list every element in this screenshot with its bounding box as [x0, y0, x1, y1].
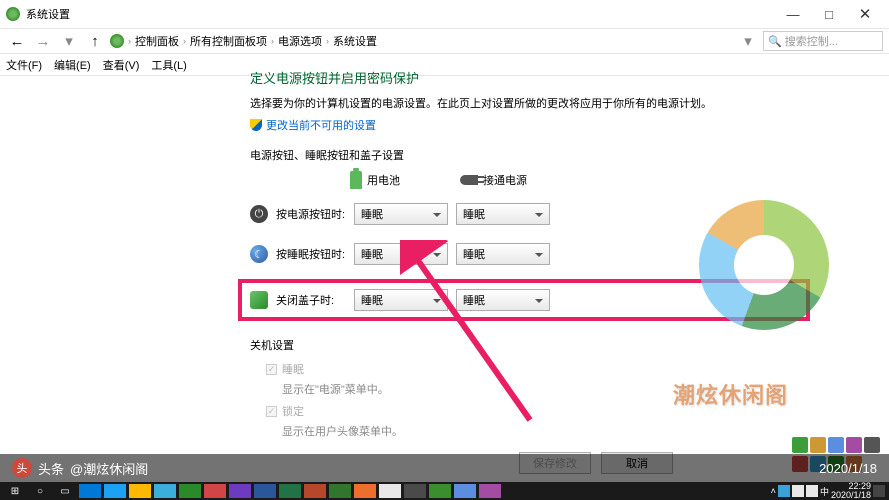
history-dropdown[interactable]: ▾ [58, 30, 80, 52]
tray-volume-icon[interactable] [806, 485, 818, 497]
close-button[interactable]: ✕ [847, 2, 883, 26]
taskbar-app[interactable] [279, 484, 301, 498]
taskbar-app[interactable] [479, 484, 501, 498]
task-view-button[interactable]: ▭ [54, 484, 76, 498]
taskbar-app[interactable] [204, 484, 226, 498]
checkbox-icon[interactable]: ✓ [266, 364, 277, 375]
taskbar-app[interactable] [304, 484, 326, 498]
shield-icon [250, 119, 262, 131]
tray-chevron-icon[interactable]: ˄ [771, 486, 776, 496]
menu-edit[interactable]: 编辑(E) [54, 57, 91, 73]
page-description: 选择要为你的计算机设置的电源设置。在此页上对设置所做的更改将应用于你所有的电源计… [250, 95, 810, 111]
forward-button[interactable]: → [32, 30, 54, 52]
caption-author: @潮炫休闲阁 [70, 459, 148, 478]
menu-view[interactable]: 查看(V) [103, 57, 140, 73]
tray-network-icon[interactable] [792, 485, 804, 497]
breadcrumb-item[interactable]: 电源选项 [278, 33, 322, 49]
search-button[interactable]: ○ [29, 484, 51, 498]
system-tray: ˄ 中 22:29 2020/1/18 [771, 482, 885, 500]
taskbar-app[interactable] [329, 484, 351, 498]
taskbar-app[interactable] [104, 484, 126, 498]
back-button[interactable]: ← [6, 30, 28, 52]
tray-ime[interactable]: 中 [820, 485, 829, 498]
checkbox-icon[interactable]: ✓ [266, 406, 277, 417]
notification-button[interactable] [873, 485, 885, 497]
taskbar-app[interactable] [79, 484, 101, 498]
caption-date: 2020/1/18 [819, 461, 877, 476]
page-heading: 定义电源按钮并启用密码保护 [250, 68, 810, 87]
lid-icon [250, 291, 268, 309]
search-input[interactable]: 🔍 搜索控制... [763, 31, 883, 51]
taskbar-app[interactable] [254, 484, 276, 498]
breadcrumb[interactable]: › 控制面板 › 所有控制面板项 › 电源选项 › 系统设置 [128, 33, 733, 49]
plug-icon [460, 175, 478, 185]
tray-icon[interactable] [864, 437, 880, 453]
taskbar-clock[interactable]: 22:29 2020/1/18 [831, 482, 871, 500]
start-button[interactable]: ⊞ [4, 484, 26, 498]
taskbar: ⊞ ○ ▭ ˄ 中 22:29 2020/1/18 [0, 482, 889, 500]
menu-file[interactable]: 文件(F) [6, 57, 42, 73]
taskbar-app[interactable] [429, 484, 451, 498]
taskbar-app[interactable] [354, 484, 376, 498]
power-button-icon: ⏻ [250, 205, 268, 223]
section-power-buttons: 电源按钮、睡眠按钮和盖子设置 [250, 147, 810, 163]
taskbar-app[interactable] [229, 484, 251, 498]
menu-tools[interactable]: 工具(L) [151, 57, 186, 73]
change-unavailable-link[interactable]: 更改当前不可用的设置 [250, 117, 810, 133]
close-lid-battery-select[interactable]: 睡眠 [354, 289, 448, 311]
breadcrumb-item[interactable]: 所有控制面板项 [190, 33, 267, 49]
breadcrumb-item[interactable]: 控制面板 [135, 33, 179, 49]
taskbar-app[interactable] [379, 484, 401, 498]
search-placeholder: 搜索控制... [785, 33, 838, 49]
taskbar-app[interactable] [404, 484, 426, 498]
minimize-button[interactable]: — [775, 2, 811, 26]
up-button[interactable]: ↑ [84, 30, 106, 52]
maximize-button[interactable]: □ [811, 2, 847, 26]
author-avatar: 头 [12, 458, 32, 478]
taskbar-app[interactable] [179, 484, 201, 498]
col-battery: 用电池 [350, 171, 400, 189]
taskbar-app[interactable] [129, 484, 151, 498]
caption-source: 头条 [38, 459, 64, 478]
col-plugged: 接通电源 [460, 171, 527, 189]
window-titlebar: 系统设置 — □ ✕ [0, 0, 889, 28]
tray-icon[interactable] [778, 485, 790, 497]
sleep-button-battery-select[interactable]: 睡眠 [354, 243, 448, 265]
close-lid-plugged-select[interactable]: 睡眠 [456, 289, 550, 311]
breadcrumb-dropdown[interactable]: ▾ [737, 30, 759, 52]
taskbar-app[interactable] [154, 484, 176, 498]
tray-icon[interactable] [846, 437, 862, 453]
breadcrumb-item[interactable]: 系统设置 [333, 33, 377, 49]
taskbar-app[interactable] [454, 484, 476, 498]
caption-overlay: 头 头条 @潮炫休闲阁 2020/1/18 [0, 454, 889, 482]
check-lock-sub: 显示在用户头像菜单中。 [282, 423, 810, 439]
search-icon: 🔍 [768, 35, 782, 48]
sleep-button-icon: ☾ [250, 245, 268, 263]
tray-icon[interactable] [828, 437, 844, 453]
watermark: 潮炫休闲阁 [679, 200, 849, 370]
power-button-battery-select[interactable]: 睡眠 [354, 203, 448, 225]
power-button-plugged-select[interactable]: 睡眠 [456, 203, 550, 225]
nav-toolbar: ← → ▾ ↑ › 控制面板 › 所有控制面板项 › 电源选项 › 系统设置 ▾… [0, 28, 889, 54]
tray-icon[interactable] [810, 437, 826, 453]
breadcrumb-sep: › [128, 36, 131, 46]
column-headers: 用电池 接通电源 [350, 171, 810, 189]
battery-icon [350, 171, 362, 189]
sleep-button-plugged-select[interactable]: 睡眠 [456, 243, 550, 265]
app-icon [6, 7, 20, 21]
window-title: 系统设置 [26, 6, 775, 22]
tray-icon[interactable] [792, 437, 808, 453]
location-icon [110, 34, 124, 48]
